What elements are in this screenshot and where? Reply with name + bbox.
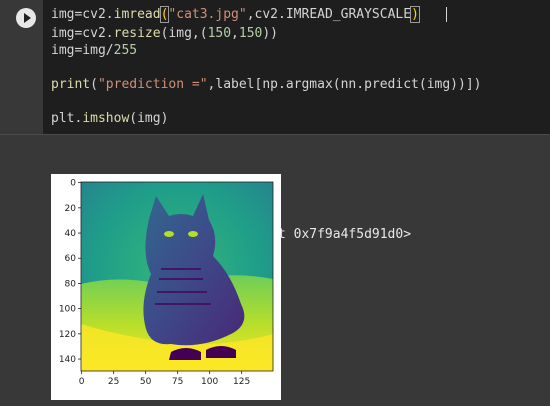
plot-svg: 0 20 40 60 80 100 120 140 0 25 50 75 100 125: [59, 179, 274, 387]
cell-gutter: [0, 0, 43, 134]
y-tick-label: 60: [65, 254, 77, 264]
x-tick-label: 100: [201, 377, 218, 387]
run-cell-button[interactable]: [16, 8, 36, 28]
y-tick-label: 120: [59, 330, 76, 340]
y-tick-label: 40: [65, 229, 77, 239]
y-axis-ticks: 0 20 40 60 80 100 120 140: [59, 179, 81, 365]
y-tick-label: 80: [65, 279, 77, 289]
code-line-1: img=cv2.imread("cat3.jpg",cv2.IMREAD_GRA…: [51, 6, 420, 23]
text-cursor: [446, 7, 447, 22]
x-tick-label: 0: [79, 377, 85, 387]
y-tick-label: 0: [70, 179, 76, 189]
code-editor[interactable]: img=cv2.imread("cat3.jpg",cv2.IMREAD_GRA…: [43, 0, 550, 134]
y-tick-label: 140: [59, 355, 76, 365]
code-line-2: img=cv2.resize(img,(150,150)): [51, 26, 279, 41]
cell-divider: [0, 134, 550, 135]
image-plot: 0 20 40 60 80 100 120 140 0 25 50 75 100 125: [51, 174, 281, 400]
code-line-3: img=img/255: [51, 43, 138, 58]
x-tick-label: 50: [140, 377, 152, 387]
x-tick-label: 25: [108, 377, 119, 387]
x-tick-label: 125: [233, 377, 250, 387]
image-area: [81, 182, 273, 371]
x-axis-ticks: 0 25 50 75 100 125: [79, 371, 250, 387]
code-line-5: print("prediction =",label[np.argmax(nn.…: [51, 77, 482, 92]
y-tick-label: 20: [65, 204, 77, 214]
y-tick-label: 100: [59, 305, 76, 315]
x-tick-label: 75: [172, 377, 183, 387]
play-icon: [24, 13, 31, 23]
code-line-7: plt.imshow(img): [51, 111, 169, 126]
